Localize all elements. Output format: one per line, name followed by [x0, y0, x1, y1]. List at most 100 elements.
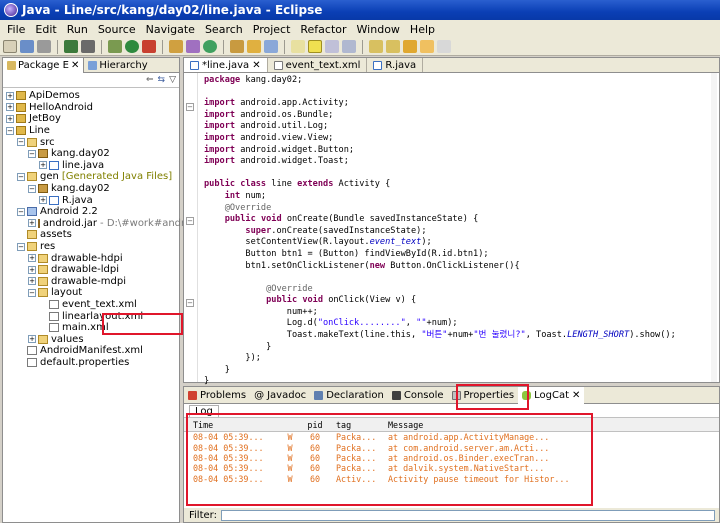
tab-console[interactable]: Console — [388, 387, 448, 404]
menu-help[interactable]: Help — [405, 23, 440, 36]
menu-project[interactable]: Project — [248, 23, 296, 36]
tab-package-explorer[interactable]: Package E ✕ — [3, 57, 85, 73]
code-line[interactable]: int num; — [204, 191, 714, 203]
tree-item[interactable]: − res — [3, 241, 179, 253]
tree-item[interactable]: − gen [Generated Java Files] — [3, 171, 179, 183]
search-icon[interactable] — [264, 40, 278, 53]
external-tools-icon[interactable] — [142, 40, 156, 53]
code-line[interactable]: setContentView(R.layout.event_text); — [204, 237, 714, 249]
tree-item[interactable]: + ApiDemos — [3, 90, 179, 102]
tab-line-java[interactable]: *line.java ✕ — [184, 58, 268, 72]
expand-toggle[interactable]: + — [28, 335, 36, 344]
android-sdk-icon[interactable] — [64, 40, 78, 53]
tab-problems[interactable]: Problems — [184, 387, 250, 404]
tree-item[interactable]: + android.jar - D:\#work#andro — [3, 218, 191, 230]
filter-input[interactable] — [220, 509, 715, 521]
expand-toggle[interactable]: + — [28, 265, 36, 274]
menu-window[interactable]: Window — [352, 23, 405, 36]
expand-toggle[interactable]: + — [6, 114, 14, 123]
expand-toggle[interactable]: + — [6, 91, 14, 100]
source-code[interactable]: package kang.day02; import android.app.Ac… — [204, 75, 714, 388]
collapse-all-icon[interactable]: ⇐ — [146, 75, 154, 85]
tab-declaration[interactable]: Declaration — [310, 387, 388, 404]
show-whitespace-icon[interactable] — [342, 40, 356, 53]
menu-source[interactable]: Source — [93, 23, 141, 36]
collapse-toggle[interactable]: − — [28, 288, 36, 297]
print-icon[interactable] — [37, 40, 51, 53]
code-line[interactable]: import android.app.Activity; — [204, 98, 714, 110]
tree-item[interactable]: − kang.day02 — [3, 183, 179, 195]
code-line[interactable]: @Override — [204, 284, 714, 296]
code-line[interactable]: } — [204, 365, 714, 377]
block-selection-icon[interactable] — [325, 40, 339, 53]
close-icon[interactable]: ✕ — [71, 60, 79, 71]
tree-item[interactable]: event_text.xml — [3, 299, 179, 311]
code-line[interactable] — [204, 168, 714, 180]
tree-item[interactable]: + HelloAndroid — [3, 102, 179, 114]
collapse-toggle[interactable]: − — [17, 242, 25, 251]
tree-item[interactable]: + drawable-mdpi — [3, 276, 179, 288]
back-icon[interactable] — [420, 40, 434, 53]
last-edit-icon[interactable] — [403, 40, 417, 53]
highlight-icon[interactable] — [308, 40, 322, 53]
tree-item[interactable]: − kang.day02 — [3, 148, 179, 160]
new-java-project-icon[interactable] — [169, 40, 183, 53]
new-icon[interactable] — [3, 40, 17, 53]
code-line[interactable]: super.onCreate(savedInstanceState); — [204, 226, 714, 238]
tree-item[interactable]: assets — [3, 229, 179, 241]
open-resource-icon[interactable] — [247, 40, 261, 53]
code-line[interactable]: Button btn1 = (Button) findViewById(R.id… — [204, 249, 714, 261]
next-annotation-icon[interactable] — [369, 40, 383, 53]
tree-item[interactable]: − layout — [3, 287, 179, 299]
code-line[interactable]: import android.util.Log; — [204, 121, 714, 133]
save-icon[interactable] — [20, 40, 34, 53]
expand-toggle[interactable]: + — [39, 196, 47, 205]
collapse-toggle[interactable]: − — [17, 138, 25, 147]
code-line[interactable] — [204, 87, 714, 99]
code-line[interactable]: public void onCreate(Bundle savedInstanc… — [204, 214, 714, 226]
code-line[interactable]: import android.view.View; — [204, 133, 714, 145]
previous-annotation-icon[interactable] — [386, 40, 400, 53]
code-line[interactable]: Toast.makeText(line.this, "버튼"+num+"번 눌렸… — [204, 330, 714, 342]
fold-toggle[interactable]: − — [186, 217, 194, 225]
fold-toggle[interactable]: − — [186, 103, 194, 111]
link-with-editor-icon[interactable]: ⇆ — [158, 75, 166, 85]
forward-icon[interactable] — [437, 40, 451, 53]
tree-item[interactable]: + JetBoy — [3, 113, 179, 125]
code-line[interactable]: btn1.setOnClickListener(new Button.OnCli… — [204, 261, 714, 273]
tree-item[interactable]: + line.java — [3, 160, 179, 172]
mark-occurrences-icon[interactable] — [291, 40, 305, 53]
new-package-icon[interactable] — [186, 40, 200, 53]
new-class-icon[interactable] — [203, 40, 217, 53]
tree-item[interactable]: + drawable-hdpi — [3, 252, 179, 264]
android-avd-icon[interactable] — [81, 40, 95, 53]
tab-hierarchy[interactable]: Hierarchy — [84, 58, 151, 73]
tab-r-java[interactable]: R.java — [367, 58, 424, 72]
tree-item[interactable]: − Line — [3, 125, 179, 137]
code-line[interactable]: import android.os.Bundle; — [204, 110, 714, 122]
debug-icon[interactable] — [108, 40, 122, 53]
tree-item[interactable]: AndroidManifest.xml — [3, 345, 179, 357]
code-line[interactable] — [204, 272, 714, 284]
expand-toggle[interactable]: + — [28, 277, 36, 286]
expand-toggle[interactable]: + — [28, 219, 36, 228]
code-line[interactable]: num++; — [204, 307, 714, 319]
code-line[interactable]: public class line extends Activity { — [204, 179, 714, 191]
code-line[interactable]: import android.widget.Toast; — [204, 156, 714, 168]
code-line[interactable]: public void onClick(View v) { — [204, 295, 714, 307]
close-icon[interactable]: ✕ — [252, 60, 260, 71]
menu-edit[interactable]: Edit — [30, 23, 61, 36]
close-icon[interactable]: ✕ — [572, 390, 580, 401]
tree-item[interactable]: + drawable-ldpi — [3, 264, 179, 276]
expand-toggle[interactable]: + — [6, 103, 14, 112]
expand-toggle[interactable]: + — [39, 161, 47, 170]
menu-refactor[interactable]: Refactor — [295, 23, 351, 36]
code-line[interactable]: @Override — [204, 203, 714, 215]
menu-file[interactable]: File — [2, 23, 30, 36]
tree-item[interactable]: + values — [3, 333, 179, 345]
run-icon[interactable] — [125, 40, 139, 53]
code-line[interactable]: }); — [204, 353, 714, 365]
collapse-toggle[interactable]: − — [28, 149, 36, 158]
code-line[interactable]: } — [204, 342, 714, 354]
menu-navigate[interactable]: Navigate — [141, 23, 200, 36]
